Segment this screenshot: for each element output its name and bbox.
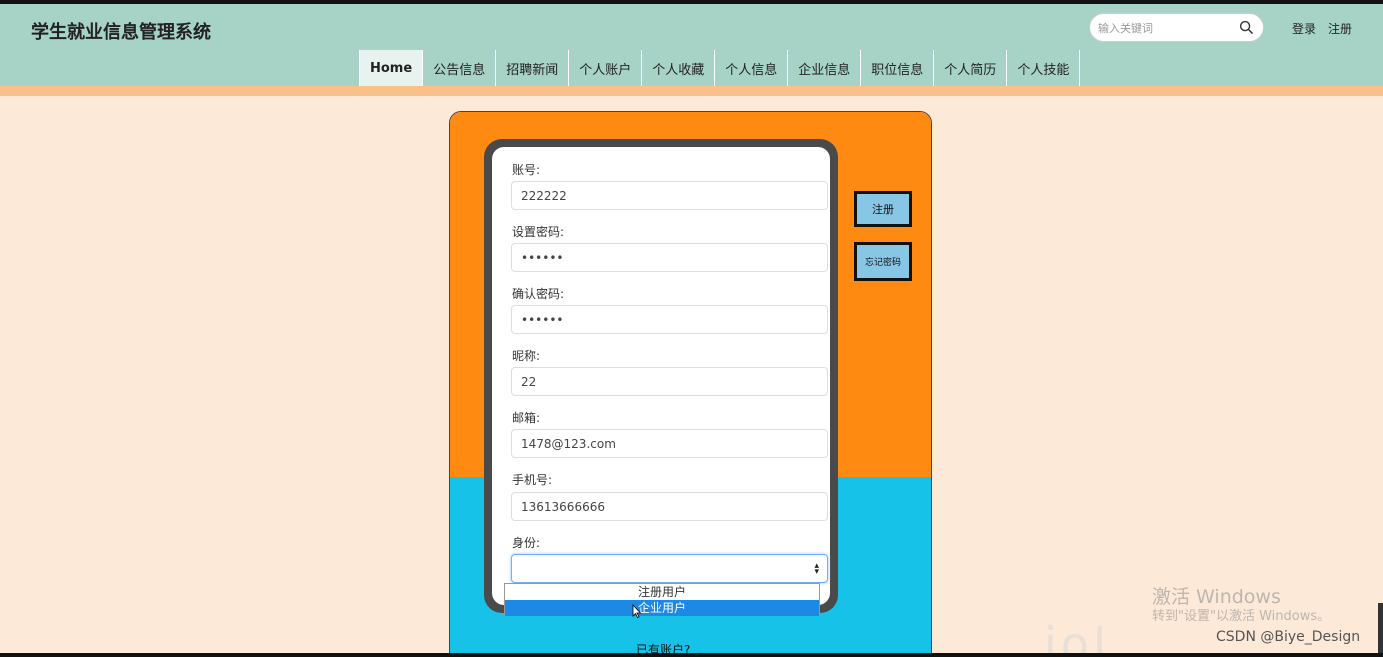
nickname-input[interactable]: 22 xyxy=(511,367,828,396)
search-icon[interactable] xyxy=(1239,20,1254,35)
nav-item-skills[interactable]: 个人技能 xyxy=(1007,50,1081,86)
forgot-password-button[interactable]: 忘记密码 xyxy=(854,242,912,281)
password-input[interactable]: •••••• xyxy=(511,243,828,272)
register-button[interactable]: 注册 xyxy=(854,191,912,227)
activate-windows-subtitle: 转到"设置"以激活 Windows。 xyxy=(1152,609,1331,624)
nav-item-announcements[interactable]: 公告信息 xyxy=(423,50,497,86)
auth-links: 登录 注册 xyxy=(1292,20,1364,37)
header-accent-strip xyxy=(0,86,1383,96)
site-title: 学生就业信息管理系统 xyxy=(31,22,211,43)
nav-item-job-info[interactable]: 职位信息 xyxy=(861,50,935,86)
nav-item-personal-info[interactable]: 个人信息 xyxy=(715,50,789,86)
nav-item-favorites[interactable]: 个人收藏 xyxy=(642,50,716,86)
nav-item-resume[interactable]: 个人简历 xyxy=(934,50,1008,86)
csdn-watermark: CSDN @Biye_Design xyxy=(1216,629,1361,645)
register-link[interactable]: 注册 xyxy=(1328,22,1352,36)
identity-select[interactable]: ▴ ▾ xyxy=(511,554,828,583)
scrollbar-edge[interactable] xyxy=(1378,603,1383,653)
nav-item-company-info[interactable]: 企业信息 xyxy=(788,50,862,86)
login-link[interactable]: 登录 xyxy=(1292,22,1316,36)
mouse-cursor-icon xyxy=(632,604,642,618)
account-input[interactable]: 222222 xyxy=(511,181,828,210)
email-label: 邮箱: xyxy=(512,411,541,425)
register-form-frame: 账号: 222222 设置密码: •••••• 确认密码: •••••• 昵称:… xyxy=(484,139,838,613)
identity-dropdown[interactable]: 注册用户 企业用户 xyxy=(504,583,820,616)
phone-label: 手机号: xyxy=(512,473,553,487)
account-label: 账号: xyxy=(512,163,541,177)
search-input[interactable] xyxy=(1098,19,1238,37)
email-input[interactable]: 1478@123.com xyxy=(511,429,828,458)
identity-option-registered-user[interactable]: 注册用户 xyxy=(505,584,819,600)
main-nav: Home 公告信息 招聘新闻 个人账户 个人收藏 个人信息 企业信息 职位信息 … xyxy=(359,50,1081,86)
password-label: 设置密码: xyxy=(512,225,565,239)
confirm-password-label: 确认密码: xyxy=(512,287,565,301)
search-box[interactable] xyxy=(1089,13,1264,42)
nav-item-recruit-news[interactable]: 招聘新闻 xyxy=(496,50,570,86)
nav-item-personal-account[interactable]: 个人账户 xyxy=(569,50,643,86)
bottom-border xyxy=(0,653,1383,657)
select-arrows-icon: ▴ ▾ xyxy=(814,561,819,577)
phone-input[interactable]: 13613666666 xyxy=(511,492,828,521)
nickname-label: 昵称: xyxy=(512,349,541,363)
register-form: 账号: 222222 设置密码: •••••• 确认密码: •••••• 昵称:… xyxy=(492,147,830,605)
watermark-logo: ioI xyxy=(1044,617,1111,657)
nav-item-home[interactable]: Home xyxy=(359,50,424,86)
identity-label: 身份: xyxy=(512,536,541,550)
confirm-password-input[interactable]: •••••• xyxy=(511,305,828,334)
site-header: 学生就业信息管理系统 登录注册 Home 公告信息 招聘新闻 个人账户 个人收藏… xyxy=(0,4,1383,86)
identity-option-enterprise-user[interactable]: 企业用户 xyxy=(505,600,819,616)
